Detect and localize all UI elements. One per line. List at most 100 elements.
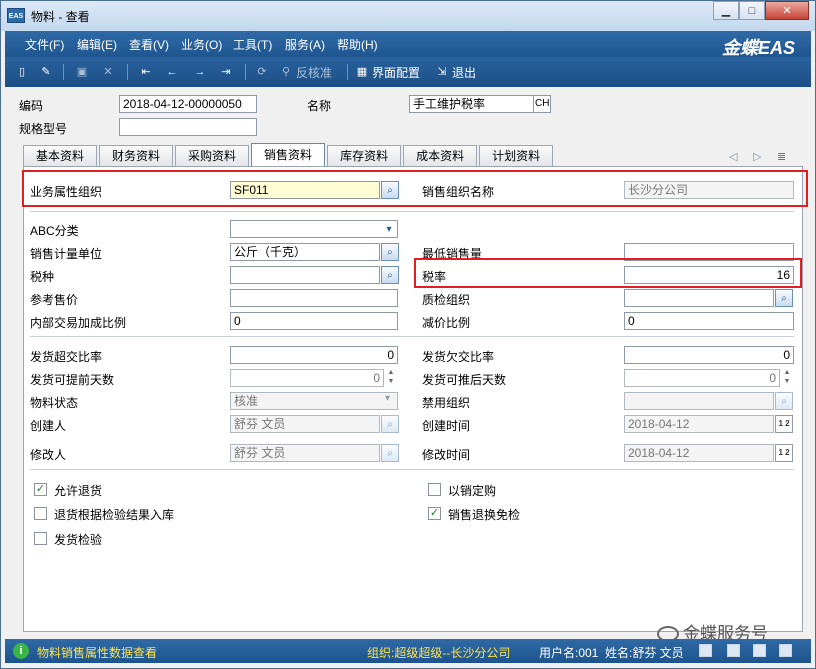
unit-label: 销售计量单位 xyxy=(30,247,103,261)
ui-config-icon: ▦ xyxy=(356,66,368,78)
delivery-inspection-checkbox[interactable] xyxy=(34,532,47,545)
delay-days-spinner[interactable]: ▲ ▼ xyxy=(781,369,793,387)
menu-view[interactable]: 查看(V) xyxy=(129,36,169,53)
tab-basic[interactable]: 基本资料 xyxy=(23,145,98,166)
status-name: 姓名:舒芬 文员 xyxy=(605,646,684,660)
unaudit-button[interactable]: ⚲ 反核准 xyxy=(279,64,332,80)
tax-type-lookup-button[interactable]: ⌕ xyxy=(381,266,399,284)
unaudit-icon: ⚲ xyxy=(281,66,291,78)
menu-services[interactable]: 服务(A) xyxy=(285,36,325,53)
creator-lookup-button[interactable]: ⌕ xyxy=(381,415,399,433)
minimize-button[interactable]: ▁ xyxy=(713,1,739,20)
tab-strip: 基本资料 财务资料 采购资料 销售资料 库存资料 成本资料 计划资料 xyxy=(23,143,555,167)
abc-select[interactable] xyxy=(230,220,398,238)
new-icon: ▯ xyxy=(18,66,26,78)
discount-field[interactable]: 0 xyxy=(624,312,794,330)
language-button[interactable]: CH xyxy=(533,95,551,113)
close-button[interactable]: ✕ xyxy=(765,1,809,20)
window-icon[interactable] xyxy=(699,644,712,657)
window-icon[interactable] xyxy=(727,644,740,657)
qc-org-field[interactable] xyxy=(624,289,774,307)
new-button[interactable]: ▯ xyxy=(15,64,32,80)
chevron-down-icon: ▾ xyxy=(385,393,391,404)
chevron-down-icon[interactable]: ▾ xyxy=(381,221,397,237)
modify-time-field: 2018-04-12 xyxy=(624,444,774,462)
menu-business[interactable]: 业务(O) xyxy=(181,36,222,53)
material-view-window: EAS 物料 - 查看 ▁ □ ✕ 文件(F) 编辑(E) 查看(V) 业务(O… xyxy=(0,0,816,669)
status-select: 核准 xyxy=(230,392,398,410)
code-field[interactable]: 2018-04-12-00000050 xyxy=(119,95,257,113)
code-label: 编码 xyxy=(19,99,44,113)
search-icon: ⌕ xyxy=(387,246,393,258)
discount-label: 减价比例 xyxy=(422,316,471,330)
last-record-button[interactable]: ⇥ xyxy=(219,64,236,80)
qc-org-lookup-button[interactable]: ⌕ xyxy=(775,289,793,307)
menu-file[interactable]: 文件(F) xyxy=(25,36,64,53)
first-icon: ⇤ xyxy=(141,66,151,78)
menu-tools[interactable]: 工具(T) xyxy=(233,36,272,53)
creator-field: 舒芬 文员 xyxy=(230,415,380,433)
next-icon: → xyxy=(194,66,206,78)
tax-type-field[interactable] xyxy=(230,266,380,284)
spec-field[interactable] xyxy=(119,118,257,136)
sales-to-order-checkbox[interactable] xyxy=(428,483,441,496)
spec-label: 规格型号 xyxy=(19,122,68,136)
tab-sales[interactable]: 销售资料 xyxy=(251,143,326,166)
exit-button[interactable]: ⇲ 退出 xyxy=(435,64,476,80)
markup-field[interactable]: 0 xyxy=(230,312,398,330)
edit-button[interactable]: ✎ xyxy=(39,64,56,80)
tab-inventory[interactable]: 库存资料 xyxy=(327,145,402,166)
tax-type-label: 税种 xyxy=(30,270,55,284)
return-by-inspection-label: 退货根据检验结果入库 xyxy=(54,508,175,522)
calendar-icon[interactable]: 1 2 xyxy=(775,415,793,433)
create-time-label: 创建时间 xyxy=(422,419,471,433)
tab-scroll-right-icon[interactable]: ▷ xyxy=(753,150,761,163)
tab-list-icon[interactable]: ≣ xyxy=(777,150,786,163)
menu-edit[interactable]: 编辑(E) xyxy=(77,36,117,53)
delete-button[interactable]: ✕ xyxy=(101,64,118,80)
tab-purchase[interactable]: 采购资料 xyxy=(175,145,250,166)
unit-field[interactable]: 公斤（千克） xyxy=(230,243,380,261)
tab-plan[interactable]: 计划资料 xyxy=(479,145,554,166)
advance-days-label: 发货可提前天数 xyxy=(30,373,115,387)
maximize-button[interactable]: □ xyxy=(739,1,765,20)
window-icon[interactable] xyxy=(753,644,766,657)
sales-return-exempt-checkbox[interactable]: ✓ xyxy=(428,507,441,520)
under-ratio-field[interactable]: 0 xyxy=(624,346,794,364)
unit-lookup-button[interactable]: ⌕ xyxy=(381,243,399,261)
allow-return-checkbox[interactable]: ✓ xyxy=(34,483,47,496)
tab-cost[interactable]: 成本资料 xyxy=(403,145,478,166)
advance-days-field[interactable]: 0 xyxy=(230,369,384,387)
org-highlight-box xyxy=(22,170,808,207)
over-ratio-field[interactable]: 0 xyxy=(230,346,398,364)
refresh-button[interactable]: ⟳ xyxy=(255,64,272,80)
next-record-button[interactable]: → xyxy=(193,64,210,80)
first-record-button[interactable]: ⇤ xyxy=(139,64,156,80)
calendar-icon[interactable]: 1 2 xyxy=(775,444,793,462)
status-bar: i 物料销售属性数据查看 组织:超级超级--长沙分公司 用户名:001 姓名:舒… xyxy=(5,639,811,663)
grid-icon[interactable] xyxy=(779,644,792,657)
content-area: 编码 2018-04-12-00000050 名称 手工维护税率 CH 规格型号… xyxy=(5,87,811,639)
last-icon: ⇥ xyxy=(221,66,231,78)
tab-scroll-left-icon[interactable]: ◁ xyxy=(729,150,737,163)
under-ratio-label: 发货欠交比率 xyxy=(422,350,495,364)
advance-days-spinner[interactable]: ▲ ▼ xyxy=(385,369,397,387)
ref-price-field[interactable] xyxy=(230,289,398,307)
return-by-inspection-checkbox[interactable] xyxy=(34,507,47,520)
search-icon: ⌕ xyxy=(781,292,787,304)
delay-days-field[interactable]: 0 xyxy=(624,369,780,387)
search-icon: ⌕ xyxy=(781,395,787,407)
disabled-org-lookup-button[interactable]: ⌕ xyxy=(775,392,793,410)
menu-help[interactable]: 帮助(H) xyxy=(337,36,378,53)
modifier-lookup-button[interactable]: ⌕ xyxy=(381,444,399,462)
ui-config-button[interactable]: ▦ 界面配置 xyxy=(355,64,420,80)
save-button[interactable]: ▣ xyxy=(75,64,92,80)
info-icon: i xyxy=(13,643,29,659)
status-label: 物料状态 xyxy=(30,396,79,410)
tax-rate-highlight-box xyxy=(414,258,802,288)
creator-label: 创建人 xyxy=(30,419,67,433)
sales-to-order-label: 以销定购 xyxy=(448,484,497,498)
tab-finance[interactable]: 财务资料 xyxy=(99,145,174,166)
prev-record-button[interactable]: ← xyxy=(165,64,182,80)
name-field[interactable]: 手工维护税率 xyxy=(409,95,535,113)
